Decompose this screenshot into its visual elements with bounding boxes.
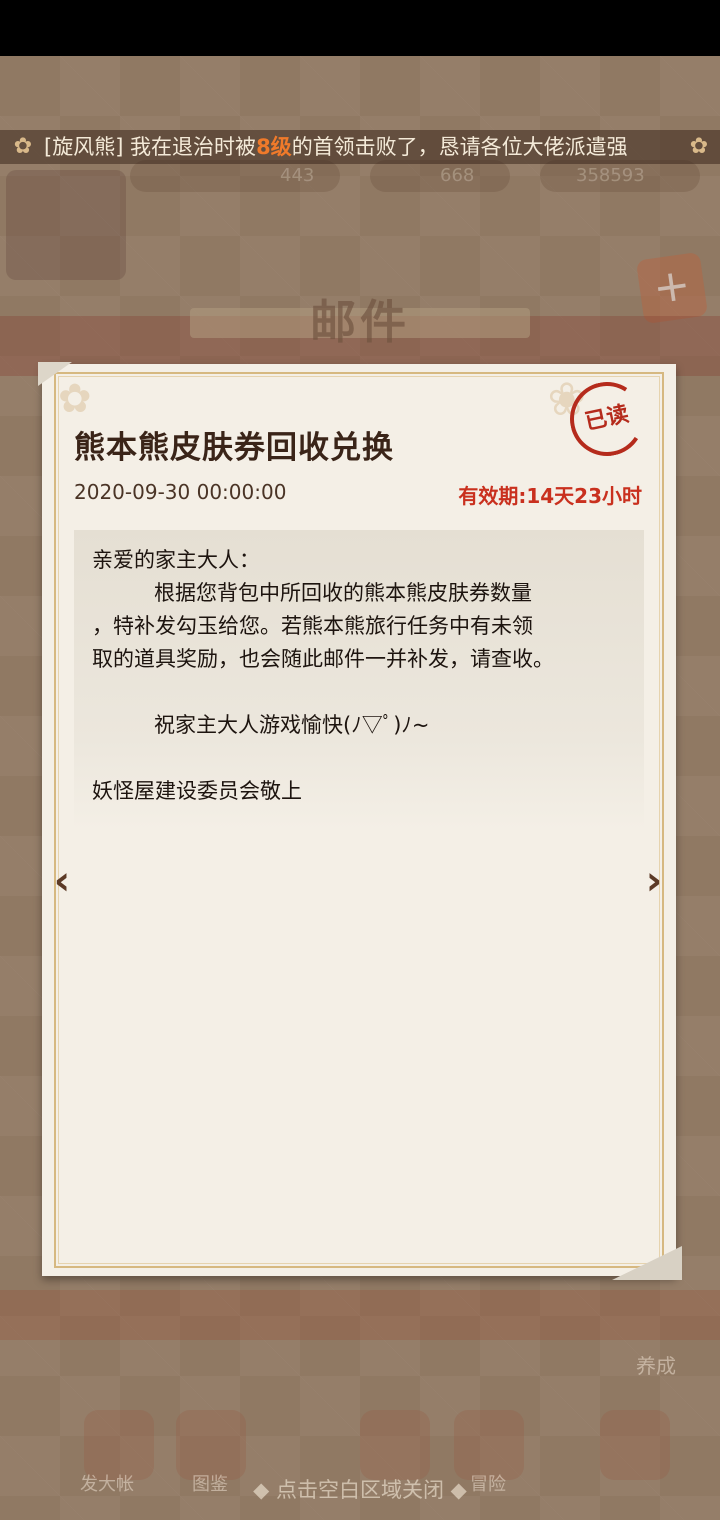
mail-paragraph-line: 取的道具奖励，也会随此邮件一并补发，请查收。 xyxy=(92,647,554,671)
mail-body-text: 亲爱的家主大人： 根据您背包中所回收的熊本熊皮肤券数量 ，特补发勾玉给您。若熊本… xyxy=(92,544,632,808)
mail-greeting: 亲爱的家主大人： xyxy=(92,548,260,572)
flower-icon: ✿ xyxy=(689,134,709,159)
mail-wish: 祝家主大人游戏愉快(ﾉ▽ﾟ)ﾉ~ xyxy=(154,713,430,737)
mail-paragraph-line: ，特补发勾玉给您。若熊本熊旅行任务中有未领 xyxy=(92,614,533,638)
chevron-left-icon[interactable]: ‹ xyxy=(44,858,80,904)
mail-paragraph-line: 根据您背包中所回收的熊本熊皮肤券数量 xyxy=(154,581,532,605)
ticker-prefix: [旋风熊] 我在退治时被 xyxy=(44,135,257,159)
announcement-ticker: ✿ [旋风熊] 我在退治时被8级的首领击败了，恳请各位大佬派遣强 ✿ xyxy=(0,130,720,164)
status-bar xyxy=(0,0,720,56)
ticker-suffix: 的首领击败了，恳请各位大佬派遣强 xyxy=(291,135,628,159)
ticker-level: 8级 xyxy=(256,135,292,159)
menu-icon-5 xyxy=(600,1410,670,1480)
mail-signature: 妖怪屋建设委员会敬上 xyxy=(92,779,302,803)
mail-title: 熊本熊皮肤券回收兑换 xyxy=(74,430,394,466)
chevron-right-icon[interactable]: › xyxy=(636,858,672,904)
side-label: 养成 xyxy=(636,1354,676,1378)
mail-body: 亲爱的家主大人： 根据您背包中所回收的熊本熊皮肤券数量 ，特补发勾玉给您。若熊本… xyxy=(74,530,644,830)
mail-date: 2020-09-30 00:00:00 xyxy=(74,480,287,504)
flower-icon: ✿ xyxy=(13,134,33,159)
corner-fold xyxy=(612,1246,682,1280)
corner-fold xyxy=(38,362,72,386)
mail-validity: 有效期:14天23小时 xyxy=(458,484,642,508)
ticker-text: [旋风熊] 我在退治时被8级的首领击败了，恳请各位大佬派遣强 xyxy=(44,130,628,164)
mail-panel: ✿ ❀ 熊本熊皮肤券回收兑换 已读 2020-09-30 00:00:00 有效… xyxy=(38,362,682,1280)
menu-icon-3 xyxy=(360,1410,430,1480)
bottom-strip xyxy=(0,1290,720,1340)
close-hint: ◆ 点击空白区域关闭 ◆ xyxy=(253,1478,467,1502)
